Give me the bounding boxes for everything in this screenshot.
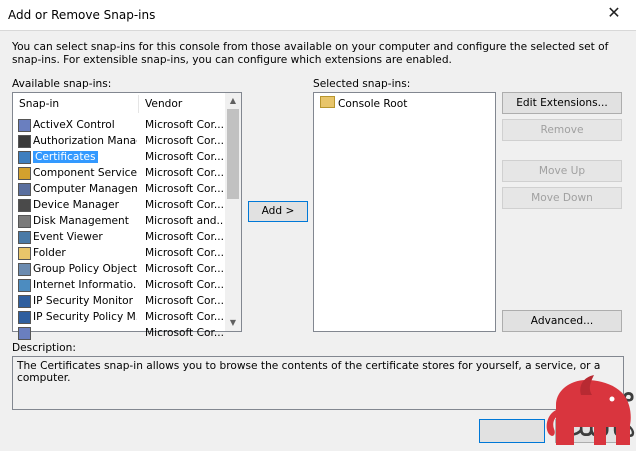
snapin-name-text: Authorization Manager xyxy=(33,135,137,147)
device-manager-icon xyxy=(18,199,31,212)
watermark-logo: میہن هاست xyxy=(376,355,636,450)
available-label: Available snap-ins: xyxy=(12,78,112,90)
list-item[interactable]: ActiveX Control Microsoft Cor... xyxy=(13,118,223,134)
snapin-name: Group Policy Object ... xyxy=(33,263,137,275)
snapin-name: Internet Informatio... xyxy=(33,279,137,291)
snapin-name-text: Internet Informatio... xyxy=(33,279,137,291)
snapin-name-text: IP Security Monitor xyxy=(33,295,134,307)
link-icon xyxy=(18,327,31,340)
scroll-up-icon[interactable]: ▲ xyxy=(225,93,241,109)
snapin-vendor: Microsoft Cor... xyxy=(145,295,223,307)
snapin-name: IP Security Monitor xyxy=(33,295,137,307)
disk-management-icon xyxy=(18,215,31,228)
edit-extensions-button[interactable]: Edit Extensions... xyxy=(502,92,622,114)
snapin-vendor: Microsoft Cor... xyxy=(145,231,223,243)
snapin-name-text: ActiveX Control xyxy=(33,119,115,131)
snapin-name: Disk Management xyxy=(33,215,137,227)
list-item[interactable]: Group Policy Object ... Microsoft Cor... xyxy=(13,262,223,278)
snapin-name: Certificates xyxy=(33,151,137,163)
snapin-name-text: Disk Management xyxy=(33,215,129,227)
list-item[interactable]: Console Root xyxy=(320,96,407,110)
list-item[interactable]: Device Manager Microsoft Cor... xyxy=(13,198,223,214)
snapin-vendor: Microsoft Cor... xyxy=(145,311,223,323)
snapin-vendor: Microsoft Cor... xyxy=(145,183,223,195)
description-label: Description: xyxy=(12,342,76,354)
snapin-vendor: Microsoft Cor... xyxy=(145,199,223,211)
snapin-name-text: Component Services xyxy=(33,167,137,179)
snapin-name-text: IP Security Policy M... xyxy=(33,311,137,323)
available-scrollbar[interactable]: ▲ ▼ xyxy=(225,93,241,331)
ip-security-monitor-icon xyxy=(18,295,31,308)
list-item[interactable]: Computer Managem... Microsoft Cor... xyxy=(13,182,223,198)
remove-button[interactable]: Remove xyxy=(502,119,622,141)
list-item[interactable]: Folder Microsoft Cor... xyxy=(13,246,223,262)
snapin-name: IP Security Policy M... xyxy=(33,311,137,323)
group-policy-icon xyxy=(18,263,31,276)
snapin-name-text: Computer Managem... xyxy=(33,183,137,195)
elephant-logo-icon xyxy=(546,375,631,445)
close-icon[interactable]: ✕ xyxy=(606,4,622,22)
list-item[interactable]: IP Security Policy M... Microsoft Cor... xyxy=(13,310,223,326)
snapin-name: Folder xyxy=(33,247,137,259)
snapin-vendor: Microsoft Cor... xyxy=(145,327,223,339)
snapin-name: Device Manager xyxy=(33,199,137,211)
snapin-vendor: Microsoft and... xyxy=(145,215,223,227)
list-item[interactable]: IP Security Monitor Microsoft Cor... xyxy=(13,294,223,310)
move-up-button[interactable]: Move Up xyxy=(502,160,622,182)
snapin-name-text: Certificates xyxy=(33,151,98,163)
add-button[interactable]: Add > xyxy=(248,201,308,222)
snapin-name-text: Device Manager xyxy=(33,199,120,211)
list-item[interactable]: Microsoft Cor... xyxy=(13,326,223,342)
snapin-name: Computer Managem... xyxy=(33,183,137,195)
window-title: Add or Remove Snap-ins xyxy=(8,8,156,22)
computer-management-icon xyxy=(18,183,31,196)
available-snapins-list[interactable]: Snap-in Vendor ActiveX Control Microsoft … xyxy=(12,92,242,340)
console-root-label: Console Root xyxy=(338,98,408,110)
column-separator[interactable] xyxy=(138,95,139,113)
folder-icon xyxy=(320,96,335,108)
snapin-vendor: Microsoft Cor... xyxy=(145,263,223,275)
event-viewer-icon xyxy=(18,231,31,244)
snapin-name: Component Services xyxy=(33,167,137,179)
list-item[interactable]: Authorization Manager Microsoft Cor... xyxy=(13,134,223,150)
activex-icon xyxy=(18,119,31,132)
list-header: Snap-in Vendor xyxy=(13,93,223,115)
authorization-icon xyxy=(18,135,31,148)
snapin-vendor: Microsoft Cor... xyxy=(145,151,223,163)
selected-snapins-list[interactable]: Console Root xyxy=(313,92,496,332)
advanced-button[interactable]: Advanced... xyxy=(502,310,622,332)
available-rows: ActiveX Control Microsoft Cor... Authoriza… xyxy=(13,118,223,342)
list-item[interactable]: Certificates Microsoft Cor... xyxy=(13,150,223,166)
list-item[interactable]: Component Services Microsoft Cor... xyxy=(13,166,223,182)
snapin-vendor: Microsoft Cor... xyxy=(145,135,223,147)
column-header-snapin[interactable]: Snap-in xyxy=(19,98,59,110)
list-item[interactable]: Event Viewer Microsoft Cor... xyxy=(13,230,223,246)
title-bar: Add or Remove Snap-ins ✕ xyxy=(0,0,636,30)
snapin-name: ActiveX Control xyxy=(33,119,137,131)
folder-icon xyxy=(18,247,31,260)
snapin-name-text: Group Policy Object ... xyxy=(33,263,137,275)
intro-text: You can select snap-ins for this console… xyxy=(12,41,609,66)
snapin-vendor: Microsoft Cor... xyxy=(145,247,223,259)
snapin-vendor: Microsoft Cor... xyxy=(145,279,223,291)
scroll-thumb[interactable] xyxy=(227,109,239,199)
list-item[interactable]: Disk Management Microsoft and... xyxy=(13,214,223,230)
column-header-vendor[interactable]: Vendor xyxy=(145,98,182,110)
snapin-vendor: Microsoft Cor... xyxy=(145,119,223,131)
selected-label: Selected snap-ins: xyxy=(313,78,411,90)
snapin-name: Event Viewer xyxy=(33,231,137,243)
move-down-button[interactable]: Move Down xyxy=(502,187,622,209)
scroll-down-icon[interactable]: ▼ xyxy=(225,315,241,331)
snapin-name: Authorization Manager xyxy=(33,135,137,147)
snapin-vendor: Microsoft Cor... xyxy=(145,167,223,179)
iis-icon xyxy=(18,279,31,292)
certificates-icon xyxy=(18,151,31,164)
snapin-name-text: Event Viewer xyxy=(33,231,103,243)
snapin-name-text: Folder xyxy=(33,247,66,259)
component-services-icon xyxy=(18,167,31,180)
ip-security-policy-icon xyxy=(18,311,31,324)
list-item[interactable]: Internet Informatio... Microsoft Cor... xyxy=(13,278,223,294)
